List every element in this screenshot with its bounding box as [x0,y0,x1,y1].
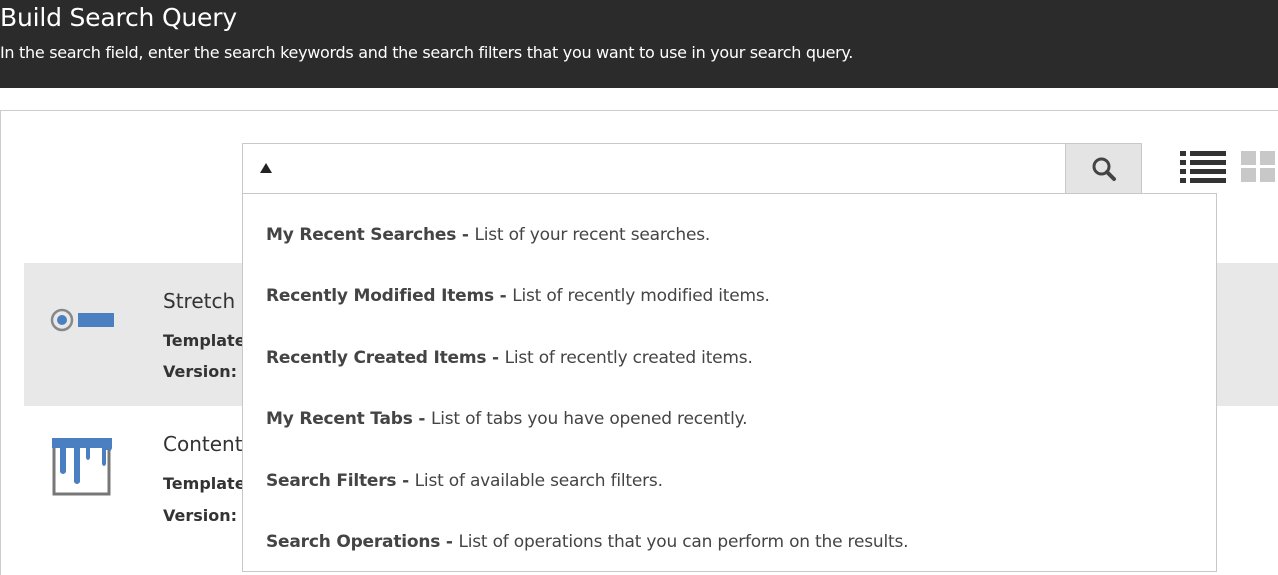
list-view-icon[interactable] [1180,150,1226,184]
dropdown-item-recently-created-items[interactable]: Recently Created Items - List of recentl… [266,348,753,368]
result-item-title: Stretch [163,289,236,313]
grid-view-icon[interactable] [1241,150,1278,184]
search-suggestions-dropdown: My Recent Searches - List of your recent… [242,193,1217,572]
dropdown-item-my-recent-tabs[interactable]: My Recent Tabs - List of tabs you have o… [266,409,748,429]
search-icon [1092,157,1116,181]
search-input[interactable] [243,144,1065,193]
result-item-version-label: Version: [163,362,238,381]
result-item-template-label: Template [163,474,246,493]
search-box [242,143,1142,194]
result-item-title: Content [163,432,243,456]
page-header: Build Search Query In the search field, … [0,0,1278,88]
paint-bucket-icon [52,438,112,496]
slider-icon [50,308,114,332]
result-item-template-label: Template [163,331,246,350]
dropdown-item-my-recent-searches[interactable]: My Recent Searches - List of your recent… [266,225,710,245]
result-item-version-label: Version: [163,506,238,525]
page-title: Build Search Query [0,3,237,32]
search-button[interactable] [1065,144,1141,193]
caret-up-icon [260,163,272,173]
page-description: In the search field, enter the search ke… [0,43,854,62]
dropdown-item-search-operations[interactable]: Search Operations - List of operations t… [266,532,909,552]
dropdown-item-recently-modified-items[interactable]: Recently Modified Items - List of recent… [266,286,770,306]
dropdown-item-search-filters[interactable]: Search Filters - List of available searc… [266,471,663,491]
